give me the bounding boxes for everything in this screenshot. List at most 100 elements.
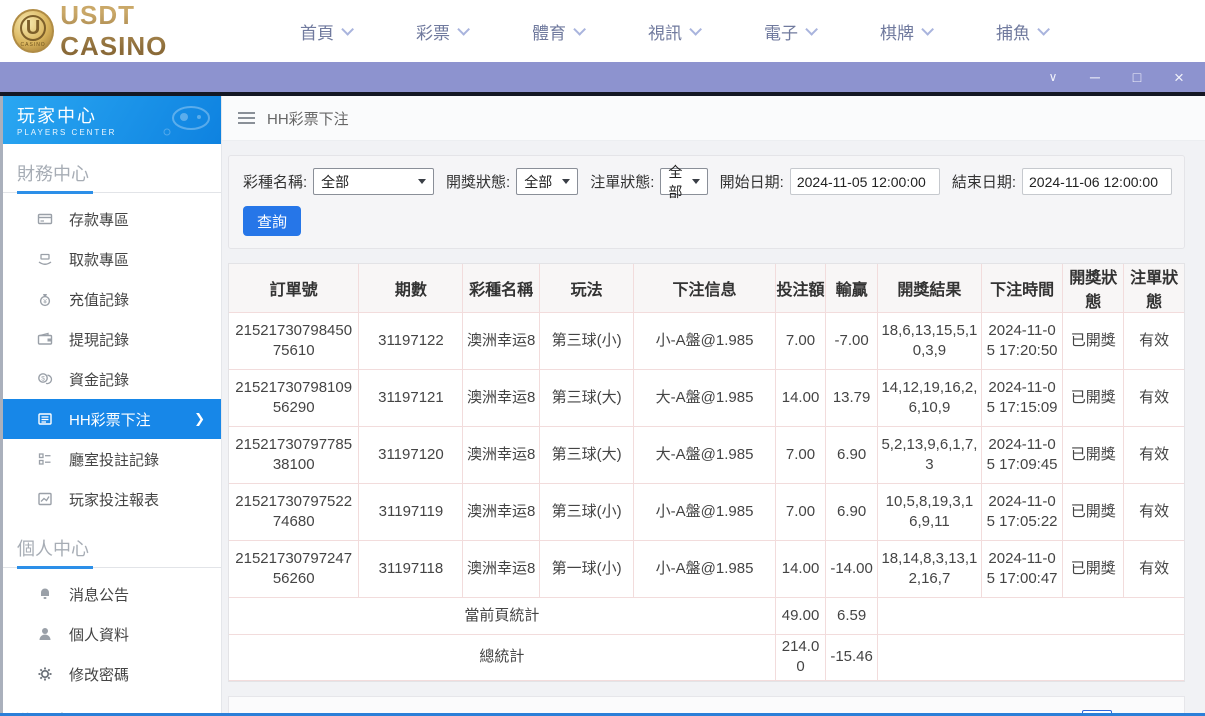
sidebar-item-room-bet-record[interactable]: 廳室投註記錄 (3, 439, 221, 479)
ticket-list-icon (37, 411, 53, 427)
usdt-casino-logo[interactable]: U CASINO USDT CASINO (12, 0, 242, 62)
table-row: 2152173079845075610 31197122 澳洲幸运8 第三球(小… (229, 313, 1184, 370)
gear-icon (37, 666, 53, 682)
cell-bet-amount: 7.00 (775, 427, 826, 484)
chevron-right-icon: ❯ (194, 411, 205, 427)
nav-item-video[interactable]: 視訊 (648, 19, 698, 44)
sidebar-item-withdrawal-record[interactable]: 提現記錄 (3, 319, 221, 359)
chevron-down-icon (805, 23, 818, 36)
total-summary-label: 總統計 (229, 635, 775, 681)
sidebar-item-recharge-record[interactable]: ¥ 充值記錄 (3, 279, 221, 319)
section-divider (3, 567, 221, 568)
jump-page-input[interactable] (1082, 710, 1112, 714)
cell-lottery-name: 澳洲幸运8 (463, 370, 539, 427)
cell-bet-info: 小-A盤@1.985 (634, 541, 775, 598)
checklist-icon (37, 451, 53, 467)
sidebar-item-withdraw[interactable]: 取款專區 (3, 239, 221, 279)
cell-play-type: 第三球(小) (539, 313, 634, 370)
jump-prefix-text: 第 (1060, 712, 1074, 714)
window-maximize-icon[interactable]: □ (1129, 70, 1145, 84)
nav-item-lottery[interactable]: 彩票 (416, 19, 466, 44)
prev-page-link[interactable]: 上一页 (909, 712, 951, 714)
lottery-name-label: 彩種名稱: (243, 171, 307, 192)
window-minimize-icon[interactable]: ─ (1087, 70, 1103, 84)
sidebar-item-label: 廳室投註記錄 (69, 449, 159, 470)
table-row: 2152173079752274680 31197119 澳洲幸运8 第三球(小… (229, 484, 1184, 541)
chevron-down-icon (562, 179, 570, 184)
draw-status-select[interactable]: 全部 (516, 168, 578, 195)
nav-item-slots[interactable]: 電子 (764, 19, 814, 44)
sidebar-item-label: 充值記錄 (69, 289, 129, 310)
order-status-label: 注單狀態: (590, 171, 654, 192)
order-status-select[interactable]: 全部 (660, 168, 707, 195)
window-collapse-icon[interactable]: ∨ (1045, 71, 1061, 83)
table-row: 2152173079810956290 31197121 澳洲幸运8 第三球(大… (229, 370, 1184, 427)
bell-icon (37, 586, 53, 602)
cell-draw-status: 已開獎 (1063, 484, 1124, 541)
coin-letter: U (20, 15, 46, 41)
sidebar-item-funds-record[interactable]: $ 資金記錄 (3, 359, 221, 399)
nav-item-cards[interactable]: 棋牌 (880, 19, 930, 44)
draw-status-label: 開獎狀態: (446, 171, 510, 192)
cell-play-type: 第三球(大) (539, 427, 634, 484)
main-nav: 首頁 彩票 體育 視訊 電子 棋牌 捕魚 (300, 19, 1046, 44)
window-close-icon[interactable]: × (1171, 69, 1187, 86)
wallet-icon (37, 331, 53, 347)
sidebar-item-deposit[interactable]: 存款專區 (3, 199, 221, 239)
first-page-link[interactable]: 首页 (873, 712, 901, 714)
start-date-input[interactable] (790, 168, 940, 195)
next-page-link[interactable]: 下一页 (1010, 712, 1052, 714)
search-button[interactable]: 查詢 (243, 206, 301, 236)
total-summary-empty (877, 635, 1184, 681)
total-summary-bet-amount: 214.00 (775, 635, 826, 681)
cell-order-no: 2152173079778538100 (229, 427, 359, 484)
person-icon (37, 626, 53, 642)
cell-lottery-name: 澳洲幸运8 (463, 484, 539, 541)
col-header-lottery-name: 彩種名稱 (463, 264, 539, 313)
cell-period: 31197118 (359, 541, 463, 598)
sidebar-item-label: 修改密碼 (69, 664, 129, 685)
cell-bet-info: 小-A盤@1.985 (634, 313, 775, 370)
sidebar-item-change-password[interactable]: 修改密碼 (3, 654, 221, 694)
lottery-name-select[interactable]: 全部 (313, 168, 434, 195)
per-page-text: 每頁顯示20條 (243, 712, 329, 714)
lottery-name-value: 全部 (321, 172, 349, 192)
cell-bet-time: 2024-11-05 17:00:47 (981, 541, 1062, 598)
filter-panel: 彩種名稱: 全部 開獎狀態: 全部 注單狀態: 全部 開始 (228, 155, 1185, 249)
table-row: 2152173079778538100 31197120 澳洲幸运8 第三球(大… (229, 427, 1184, 484)
col-header-period: 期數 (359, 264, 463, 313)
jump-button[interactable]: 跳转 (1142, 712, 1170, 714)
cell-bet-time: 2024-11-05 17:05:22 (981, 484, 1062, 541)
report-chart-icon (37, 491, 53, 507)
section-title-finance: 財務中心 (3, 144, 221, 192)
players-center-header: 玩家中心 PLAYERS CENTER (3, 96, 221, 144)
sidebar-item-label: 提現記錄 (69, 329, 129, 350)
cell-play-type: 第一球(小) (539, 541, 634, 598)
content-area: HH彩票下注 彩種名稱: 全部 開獎狀態: 全部 注單狀態: (222, 96, 1205, 713)
sidebar-item-messages[interactable]: 消息公告 (3, 574, 221, 614)
col-header-order-no: 訂單號 (229, 264, 359, 313)
hamburger-menu-icon[interactable] (238, 109, 255, 127)
end-date-input[interactable] (1022, 168, 1172, 195)
cell-winloss: 6.90 (826, 427, 878, 484)
nav-item-sports[interactable]: 體育 (532, 19, 582, 44)
bets-table-panel: 訂單號 期數 彩種名稱 玩法 下注信息 投注額 輸贏 開獎結果 下注時間 開獎狀… (228, 263, 1185, 682)
col-header-draw-status: 開獎狀態 (1063, 264, 1124, 313)
sidebar-item-hh-lottery-bets[interactable]: HH彩票下注 ❯ (3, 399, 221, 439)
sidebar-item-player-bet-report[interactable]: 玩家投注報表 (3, 479, 221, 519)
sidebar-item-profile[interactable]: 個人資料 (3, 614, 221, 654)
cell-order-no: 2152173079724756260 (229, 541, 359, 598)
cell-bet-amount: 7.00 (775, 313, 826, 370)
cell-draw-status: 已開獎 (1063, 370, 1124, 427)
moneybag-icon: ¥ (37, 291, 53, 307)
nav-item-fishing[interactable]: 捕魚 (996, 19, 1046, 44)
gamepad-decoration-icon (155, 102, 211, 138)
top-navigation-bar: U CASINO USDT CASINO 首頁 彩票 體育 視訊 電子 棋牌 (0, 0, 1205, 62)
nav-label: 視訊 (648, 19, 682, 44)
nav-item-home[interactable]: 首頁 (300, 19, 350, 44)
sidebar-item-label: 消息公告 (69, 584, 129, 605)
total-count-text: 共25条 (821, 712, 865, 714)
nav-label: 電子 (764, 19, 798, 44)
col-header-draw-result: 開獎結果 (877, 264, 981, 313)
bets-table: 訂單號 期數 彩種名稱 玩法 下注信息 投注額 輸贏 開獎結果 下注時間 開獎狀… (229, 264, 1184, 681)
